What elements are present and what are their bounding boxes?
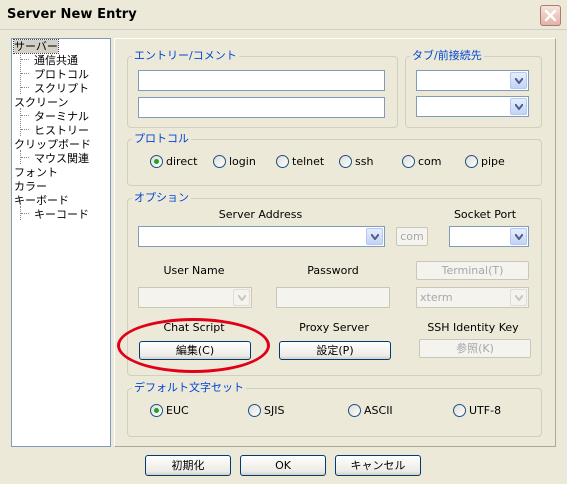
- terminal-value: xterm: [420, 291, 453, 304]
- tree-item-script[interactable]: スクリプト: [34, 82, 89, 95]
- server-address-label: Server Address: [218, 208, 303, 221]
- tree-item-screen[interactable]: スクリーン: [14, 96, 68, 109]
- tab-select[interactable]: [416, 70, 529, 91]
- charset-utf8-radio[interactable]: UTF-8: [453, 404, 501, 417]
- close-button[interactable]: [540, 5, 561, 26]
- chevron-down-icon: [515, 78, 523, 84]
- dropdown-arrow[interactable]: [366, 228, 383, 245]
- tree-item-server[interactable]: サーバー: [13, 39, 59, 54]
- charset-ascii-radio[interactable]: ASCII: [348, 404, 393, 417]
- tree-connector: [21, 73, 29, 74]
- protocol-legend: プロトコル: [134, 132, 189, 145]
- radio-label: login: [229, 155, 256, 168]
- socket-port-select[interactable]: [449, 226, 529, 247]
- charset-euc-radio[interactable]: EUC: [150, 404, 189, 417]
- tree-connector: [21, 87, 29, 88]
- radio-label: ssh: [355, 155, 374, 168]
- charset-sjis-radio[interactable]: SJIS: [248, 404, 284, 417]
- tree-connector: [21, 115, 29, 116]
- dropdown-arrow[interactable]: [510, 228, 527, 245]
- tree-item-terminal[interactable]: ターミナル: [34, 110, 89, 123]
- radio-circle[interactable]: [465, 155, 478, 168]
- password-label: Password: [307, 264, 359, 277]
- tree-connector: [21, 129, 29, 130]
- terminal-select: xterm: [416, 287, 529, 308]
- radio-label: com: [418, 155, 442, 168]
- radio-circle[interactable]: [248, 404, 261, 417]
- terminal-button: Terminal(T): [416, 261, 529, 280]
- radio-label: UTF-8: [469, 404, 502, 417]
- chevron-down-icon: [371, 234, 379, 240]
- tree-item-history[interactable]: ヒストリー: [34, 124, 89, 137]
- tree-item-common[interactable]: 通信共通: [34, 54, 78, 67]
- settings-tree[interactable]: サーバー 通信共通 プロトコル スクリプト スクリーン ターミナル ヒストリー …: [11, 38, 111, 447]
- protocol-ssh-radio[interactable]: ssh: [339, 155, 373, 168]
- radio-circle[interactable]: [348, 404, 361, 417]
- tree-item-protocol[interactable]: プロトコル: [34, 68, 89, 81]
- radio-circle[interactable]: [276, 155, 289, 168]
- radio-circle[interactable]: [402, 155, 415, 168]
- server-address-select[interactable]: [138, 226, 385, 247]
- protocol-com-radio[interactable]: com: [402, 155, 442, 168]
- comment-input[interactable]: [138, 97, 385, 118]
- prev-connection-select[interactable]: [416, 96, 529, 117]
- dropdown-arrow: [510, 289, 527, 306]
- protocol-pipe-radio[interactable]: pipe: [465, 155, 505, 168]
- radio-circle[interactable]: [150, 404, 163, 417]
- socket-port-label: Socket Port: [453, 208, 517, 221]
- tree-item-mouse[interactable]: マウス関連: [34, 152, 89, 165]
- com-button[interactable]: com: [396, 227, 428, 246]
- tab-legend: タブ/前接続先: [412, 49, 482, 62]
- tree-connector: [21, 59, 29, 60]
- proxy-server-button[interactable]: 設定(P): [279, 341, 391, 360]
- tree-item-keyboard[interactable]: キーボード: [14, 194, 69, 207]
- radio-label: direct: [166, 155, 198, 168]
- tree-connector: [20, 108, 21, 136]
- dropdown-arrow[interactable]: [510, 98, 527, 115]
- radio-label: pipe: [481, 155, 505, 168]
- chevron-down-icon: [515, 295, 523, 301]
- password-input: [276, 287, 390, 308]
- highlight-ellipse: [117, 318, 270, 373]
- ssh-key-browse-button: 参照(K): [419, 339, 531, 358]
- radio-circle[interactable]: [453, 404, 466, 417]
- chevron-down-icon: [515, 234, 523, 240]
- radio-label: EUC: [166, 404, 189, 417]
- options-legend: オプション: [134, 191, 189, 204]
- protocol-telnet-radio[interactable]: telnet: [276, 155, 324, 168]
- radio-circle[interactable]: [213, 155, 226, 168]
- radio-label: telnet: [292, 155, 325, 168]
- title-bar: Server New Entry: [0, 0, 567, 30]
- radio-circle[interactable]: [339, 155, 352, 168]
- tree-item-clipboard[interactable]: クリップボード: [14, 138, 91, 151]
- protocol-direct-radio[interactable]: direct: [150, 155, 197, 168]
- radio-circle[interactable]: [150, 155, 163, 168]
- ok-button[interactable]: OK: [240, 455, 326, 476]
- tree-connector: [21, 213, 29, 214]
- window-title: Server New Entry: [7, 7, 137, 22]
- charset-legend: デフォルト文字セット: [134, 381, 244, 394]
- chevron-down-icon: [238, 295, 246, 301]
- protocol-login-radio[interactable]: login: [213, 155, 256, 168]
- tree-item-font[interactable]: フォント: [14, 166, 58, 179]
- ssh-key-label: SSH Identity Key: [427, 321, 519, 334]
- user-name-select: [138, 287, 252, 308]
- entry-input[interactable]: [138, 70, 385, 91]
- proxy-server-label: Proxy Server: [299, 321, 369, 334]
- dropdown-arrow: [233, 289, 250, 306]
- tree-item-keycode[interactable]: キーコード: [34, 208, 89, 221]
- chevron-down-icon: [515, 104, 523, 110]
- radio-label: ASCII: [364, 404, 393, 417]
- entry-comment-legend: エントリー/コメント: [134, 49, 237, 62]
- initialize-button[interactable]: 初期化: [145, 455, 231, 476]
- dropdown-arrow[interactable]: [510, 72, 527, 89]
- user-name-label: User Name: [163, 264, 225, 277]
- cancel-button[interactable]: キャンセル: [335, 455, 421, 476]
- close-icon: [544, 9, 557, 22]
- radio-label: SJIS: [264, 404, 285, 417]
- tree-item-color[interactable]: カラー: [14, 180, 47, 193]
- tree-connector: [21, 157, 29, 158]
